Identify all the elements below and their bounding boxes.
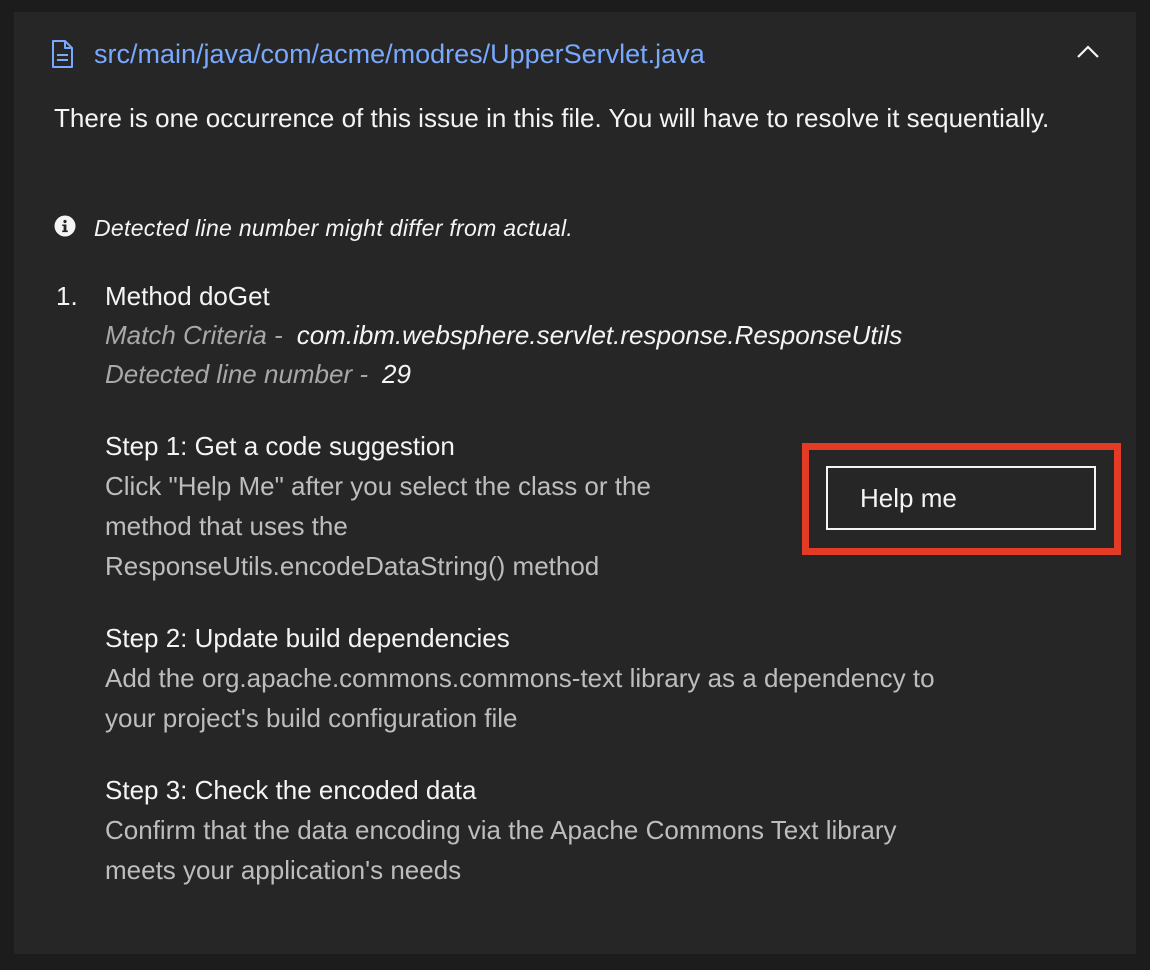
- step-1-description-line: method that uses the: [105, 511, 348, 541]
- intro-text: There is one occurrence of this issue in…: [54, 103, 1050, 133]
- help-me-button[interactable]: Help me: [826, 466, 1096, 530]
- detected-line-row: Detected line number - 29: [105, 355, 411, 393]
- step-1-description-line: ResponseUtils.encodeDataString() method: [105, 551, 600, 581]
- step-3-description-line: Confirm that the data encoding via the A…: [105, 815, 897, 845]
- step-2-description-line: your project's build configuration file: [105, 703, 518, 733]
- match-criteria-value: com.ibm.websphere.servlet.response.Respo…: [296, 320, 903, 350]
- step-2-description: Add the org.apache.commons.commons-text …: [105, 658, 935, 738]
- file-path-link[interactable]: src/main/java/com/acme/modres/UpperServl…: [94, 37, 705, 71]
- step-1-description: Click "Help Me" after you select the cla…: [105, 466, 651, 586]
- detected-line-value: 29: [382, 359, 411, 389]
- info-icon: [54, 215, 76, 237]
- step-1-title: Step 1: Get a code suggestion: [105, 431, 455, 461]
- notice-text: Detected line number might differ from a…: [94, 215, 574, 241]
- match-criteria-label: Match Criteria -: [105, 320, 283, 350]
- chevron-up-icon[interactable]: [1074, 40, 1102, 64]
- issue-file-panel: src/main/java/com/acme/modres/UpperServl…: [14, 12, 1136, 954]
- step-3-title: Step 3: Check the encoded data: [105, 775, 477, 805]
- occurrence-number: 1.: [56, 281, 78, 311]
- step-2-title: Step 2: Update build dependencies: [105, 623, 510, 653]
- detected-line-label: Detected line number -: [105, 359, 369, 389]
- file-header[interactable]: src/main/java/com/acme/modres/UpperServl…: [14, 12, 1136, 96]
- document-icon: [51, 40, 73, 68]
- step-1-description-line: Click "Help Me" after you select the cla…: [105, 471, 651, 501]
- step-3-description-line: meets your application's needs: [105, 855, 462, 885]
- method-title: Method doGet: [105, 281, 270, 311]
- step-2-description-line: Add the org.apache.commons.commons-text …: [105, 663, 935, 693]
- step-3-description: Confirm that the data encoding via the A…: [105, 810, 897, 890]
- match-criteria-row: Match Criteria - com.ibm.websphere.servle…: [105, 316, 902, 354]
